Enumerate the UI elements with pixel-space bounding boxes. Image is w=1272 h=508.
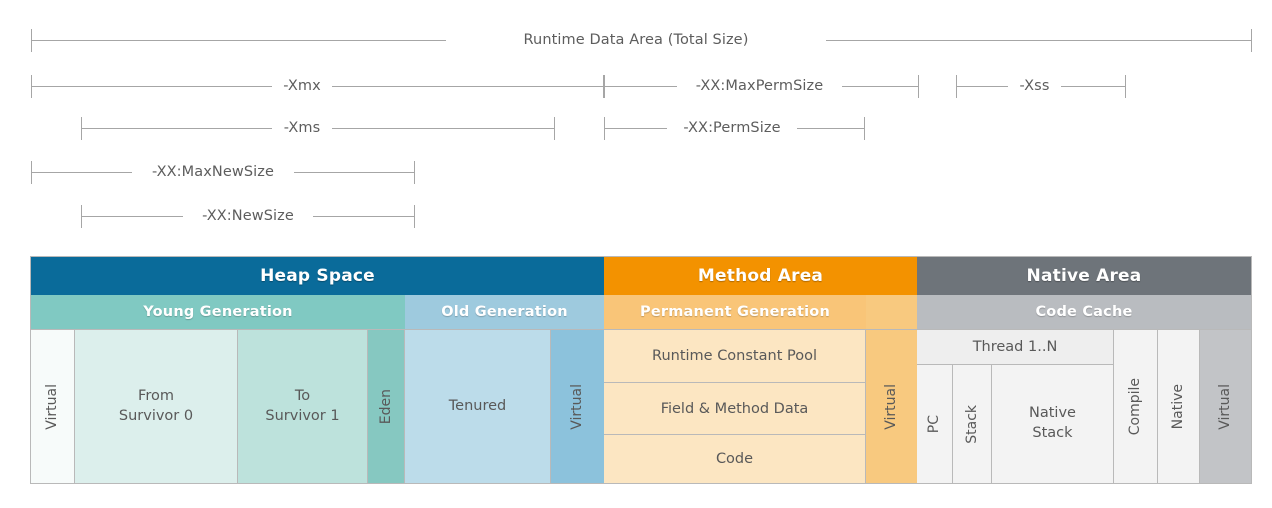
ruler-cap-right (864, 117, 865, 140)
ruler-line-right (313, 216, 414, 217)
from-survivor-cell: From Survivor 0 (75, 330, 238, 483)
to-survivor-line1: To (294, 387, 311, 404)
ruler-line-right (1061, 86, 1125, 87)
method-area-body: Runtime Constant Pool Field & Method Dat… (604, 329, 917, 483)
perm-virtual-header-spacer (866, 295, 917, 329)
native-area-body: Thread 1..N PC Stack Native Stack Compil… (917, 329, 1251, 483)
heap-virtual-cell: Virtual (31, 330, 75, 483)
ruler-label: -XX:PermSize (683, 120, 781, 136)
method-virtual-label: Virtual (883, 383, 900, 430)
ruler-line-right (826, 40, 1251, 41)
heap-body: Virtual From Survivor 0 To Survivor 1 Ed… (31, 329, 604, 483)
stack-label: Stack (963, 404, 980, 444)
ruler-line-left (81, 216, 183, 217)
ruler-line-left (31, 172, 132, 173)
jvm-memory-diagram: Runtime Data Area (Total Size) -Xmx -XX:… (0, 0, 1272, 508)
ruler-line-right (797, 128, 864, 129)
from-survivor-line2: Survivor 0 (118, 407, 194, 424)
memory-layout-table: Heap Space Young Generation Old Generati… (30, 256, 1252, 484)
ruler-label: -XX:MaxNewSize (151, 164, 275, 180)
thread-header: Thread 1..N (917, 330, 1114, 364)
method-area-header: Method Area (604, 257, 917, 295)
old-virtual-label: Virtual (569, 383, 586, 430)
native-stack-line1: Native (1029, 405, 1076, 422)
ruler-cap-right (414, 205, 415, 228)
ruler-label: -XX:NewSize (202, 208, 294, 224)
code-cell: Code (604, 434, 866, 483)
ruler-cap-right (1251, 29, 1252, 52)
tenured-label: Tenured (448, 397, 507, 414)
thread-group: Thread 1..N PC Stack Native Stack (917, 330, 1114, 483)
ruler-xss: -Xss (0, 75, 1272, 98)
heap-virtual-label: Virtual (44, 383, 61, 430)
ruler-maxnewsize: -XX:MaxNewSize (0, 161, 1272, 184)
old-generation-header: Old Generation (405, 295, 604, 329)
field-method-data-label: Field & Method Data (660, 400, 809, 417)
eden-cell: Eden (368, 330, 405, 483)
code-label: Code (715, 451, 754, 467)
field-method-data-cell: Field & Method Data (604, 382, 866, 434)
to-survivor-line2: Survivor 1 (265, 407, 340, 424)
thread-columns: PC Stack Native Stack (917, 364, 1114, 483)
permanent-generation-rows: Runtime Constant Pool Field & Method Dat… (604, 330, 866, 483)
method-virtual-cell: Virtual (866, 330, 917, 483)
stack-cell: Stack (953, 364, 992, 483)
from-survivor-label: From Survivor 0 (119, 387, 193, 426)
thread-header-label: Thread 1..N (972, 339, 1058, 355)
code-cache-header: Code Cache (917, 295, 1251, 329)
block-heap-space: Heap Space Young Generation Old Generati… (31, 257, 604, 483)
pc-label: PC (926, 414, 943, 434)
ruler-newsize: -XX:NewSize (0, 205, 1272, 228)
runtime-constant-pool-label: Runtime Constant Pool (652, 348, 817, 364)
eden-label: Eden (377, 388, 394, 425)
ruler-cap-right (1125, 75, 1126, 98)
ruler-label: -Xss (1019, 78, 1050, 94)
compile-cell: Compile (1114, 330, 1158, 483)
ruler-line-left (604, 128, 667, 129)
from-survivor-line1: From (138, 387, 174, 404)
to-survivor-cell: To Survivor 1 (238, 330, 368, 483)
ruler-permsize: -XX:PermSize (0, 117, 1272, 140)
ruler-line-left (31, 40, 446, 41)
old-virtual-cell: Virtual (551, 330, 604, 483)
tenured-cell: Tenured (405, 330, 551, 483)
block-method-area: Method Area Permanent Generation Runtime… (604, 257, 917, 483)
native-area-header: Native Area (917, 257, 1251, 295)
native-label: Native (1170, 383, 1187, 430)
ruler-label: Runtime Data Area (Total Size) (523, 32, 749, 48)
ruler-line-left (956, 86, 1008, 87)
young-generation-header: Young Generation (31, 295, 405, 329)
block-native-area: Native Area Code Cache Thread 1..N PC St… (917, 257, 1251, 483)
compile-label: Compile (1127, 377, 1144, 436)
native-virtual-label: Virtual (1217, 383, 1234, 430)
native-cell: Native (1158, 330, 1200, 483)
native-stack-line2: Stack (1032, 425, 1073, 441)
pc-cell: PC (917, 364, 953, 483)
ruler-runtime-data-area: Runtime Data Area (Total Size) (0, 29, 1272, 52)
ruler-cap-right (414, 161, 415, 184)
heap-space-header: Heap Space (31, 257, 604, 295)
permanent-generation-header: Permanent Generation (604, 295, 866, 329)
runtime-constant-pool-cell: Runtime Constant Pool (604, 330, 866, 382)
native-stack-label: Native Stack (1029, 404, 1076, 443)
native-virtual-cell: Virtual (1200, 330, 1251, 483)
ruler-line-right (294, 172, 414, 173)
to-survivor-label: To Survivor 1 (265, 387, 339, 426)
native-stack-cell: Native Stack (992, 364, 1114, 483)
